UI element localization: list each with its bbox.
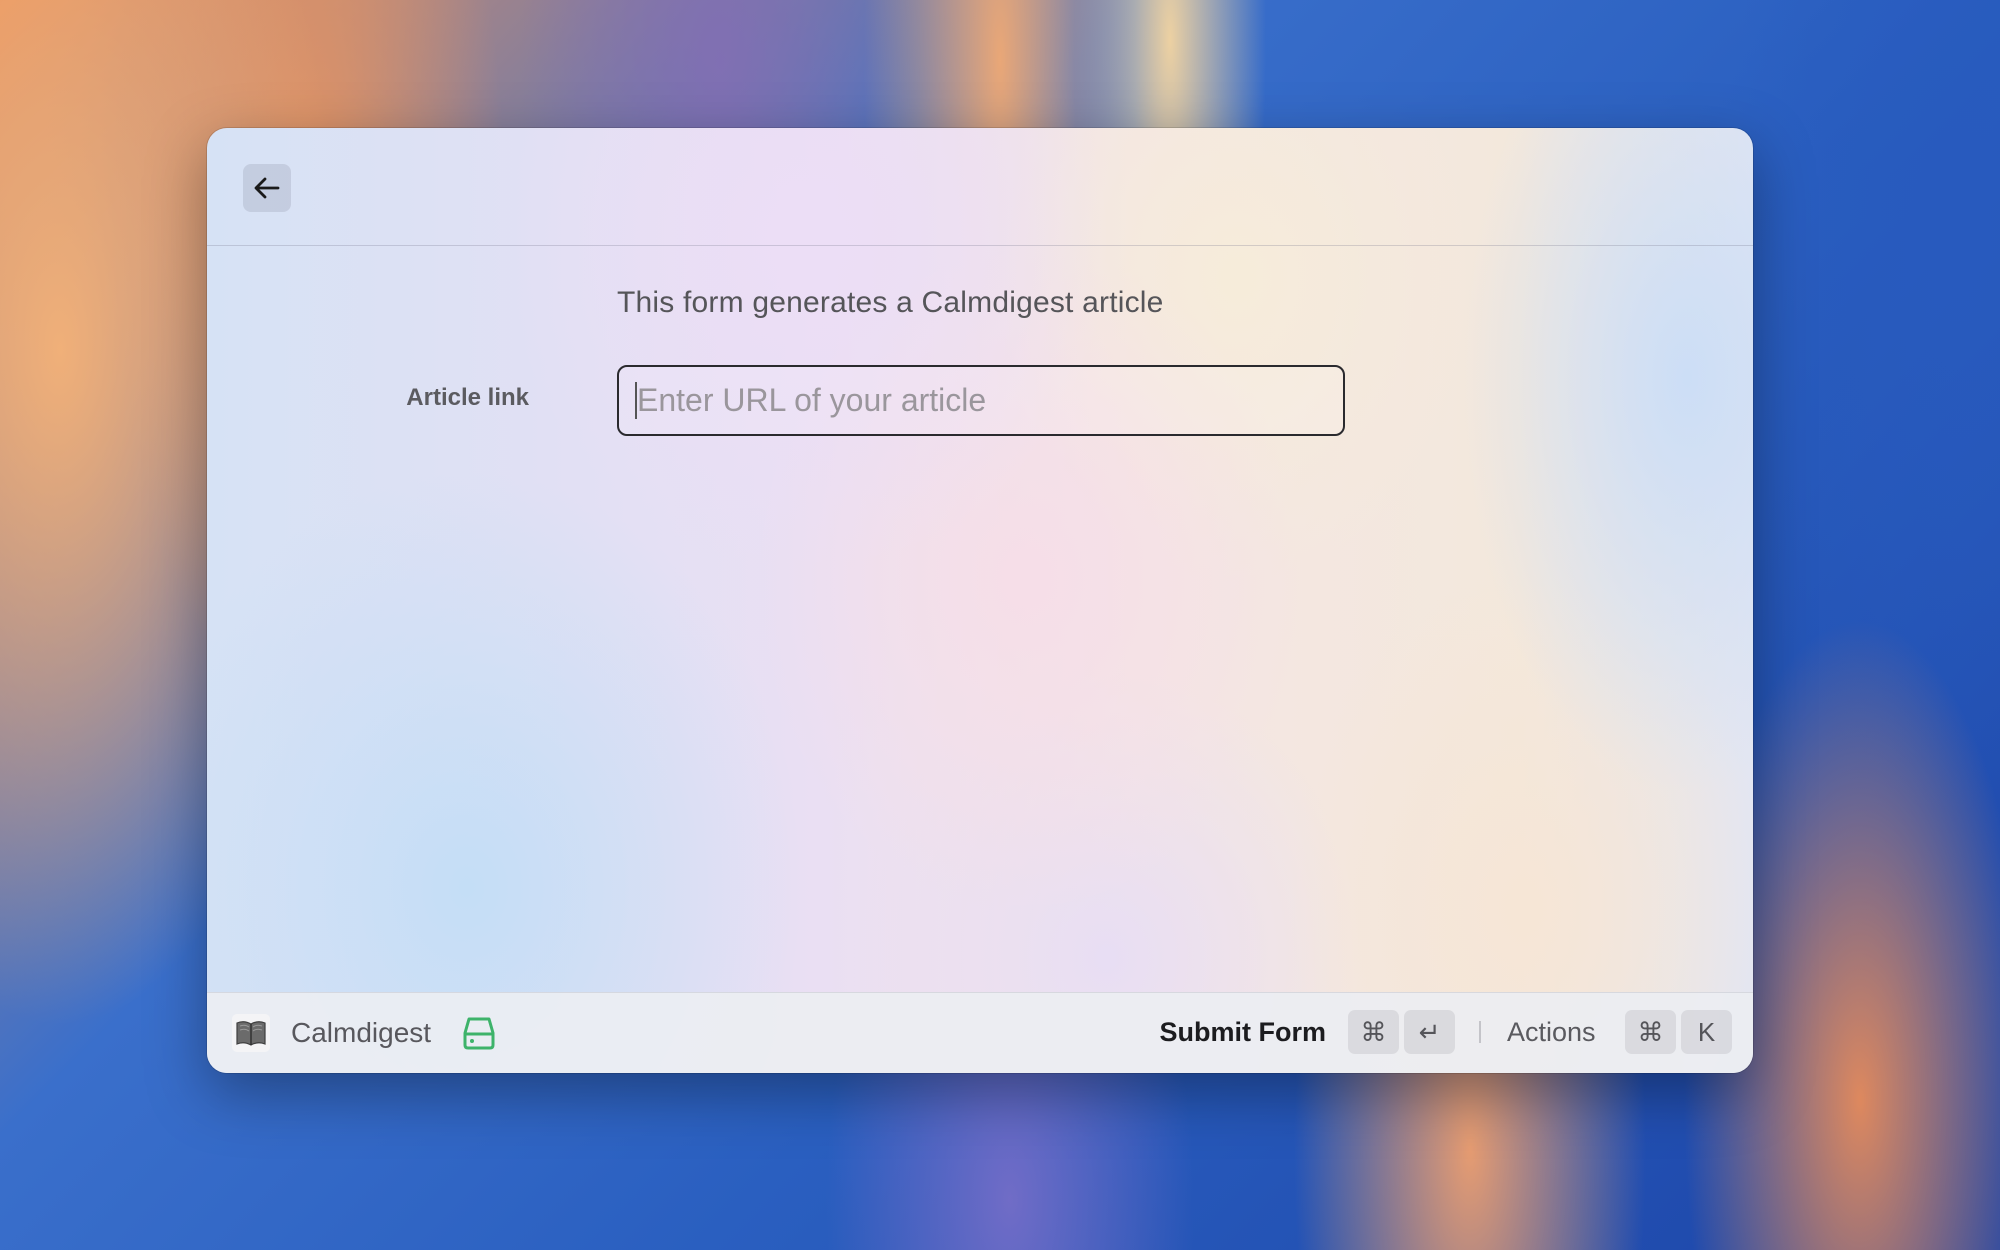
command-key-badge: ⌘ [1348,1010,1399,1054]
submit-form-button[interactable]: Submit Form [1160,1017,1327,1048]
window-header [207,128,1753,246]
back-button[interactable] [243,164,291,212]
desktop-wallpaper: This form generates a Calmdigest article… [0,0,2000,1250]
command-key-badge: ⌘ [1625,1010,1676,1054]
open-book-icon [232,1014,270,1052]
footer-divider [1479,1021,1481,1043]
actions-button[interactable]: Actions [1507,1017,1596,1048]
hard-drive-icon [462,1015,496,1051]
article-link-label: Article link [406,384,529,411]
arrow-left-icon [254,177,280,199]
app-name: Calmdigest [291,1017,432,1048]
form-description: This form generates a Calmdigest article [617,286,1164,319]
app-window: This form generates a Calmdigest article… [207,128,1753,1073]
return-key-badge: ↵ [1404,1010,1455,1054]
text-caret [635,382,637,419]
k-key-badge: K [1681,1010,1732,1054]
footer-bar: Calmdigest Submit Form ⌘ ↵ Actions ⌘ K [207,992,1753,1073]
article-url-input[interactable] [617,365,1345,436]
